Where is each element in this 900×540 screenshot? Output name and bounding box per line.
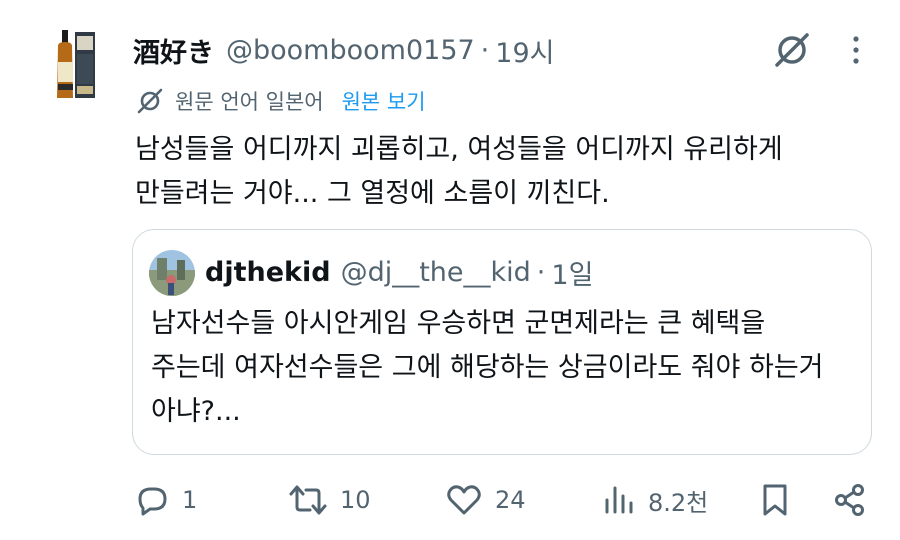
retweet-icon [289,485,327,515]
separator-dot: · [536,256,546,288]
quote-text-line: 남자선수들 아시안게임 우승하면 군면제라는 큰 혜택을 [151,308,766,339]
quote-text-line: 주는데 여자선수들은 그에 해당하는 상금이라도 줘야 하는거 [151,352,824,383]
tweet-header: 酒好き @boomboom0157 · 19시 [133,30,554,70]
bookmark-icon [763,484,787,516]
quote-avatar[interactable] [149,250,195,296]
reply-icon [138,487,167,516]
tweet-text-line: 남성들을 어디까지 괴롭히고, 여성들을 어디까지 유리하게 [135,134,783,165]
quote-text: 남자선수들 아시안게임 우승하면 군면제라는 큰 혜택을 주는데 여자선수들은 … [151,302,861,434]
share-button[interactable] [832,476,868,524]
action-bar: 1 10 24 8.2천 [0,476,900,524]
share-icon [835,484,864,516]
like-count: 24 [495,486,526,514]
views-icon [605,486,633,514]
quote-text-line: 아냐?... [151,396,241,427]
translation-notice: 원문 언어 일본어 원본 보기 [135,84,426,118]
more-button[interactable] [838,30,874,70]
quoted-tweet[interactable]: djthekid @dj__the__kid · 1일 남자선수들 아시안게임 … [132,229,872,455]
tweet-text: 남성들을 어디까지 괴롭히고, 여성들을 어디까지 유리하게 만들려는 거야..… [135,128,855,216]
quote-timestamp: 1일 [551,259,594,291]
quote-display-name: djthekid [205,256,331,288]
translate-icon [137,88,163,114]
retweet-button[interactable]: 10 [288,476,371,524]
avatar[interactable] [36,24,116,104]
reply-count: 1 [182,486,198,514]
views-count: 8.2천 [648,488,709,517]
grok-icon [775,33,809,67]
like-icon [447,485,481,515]
separator-dot: · [480,34,490,66]
user-handle[interactable]: @boomboom0157 [226,35,475,66]
tweet-text-line: 만들려는 거야... 그 열정에 소름이 끼친다. [135,178,610,209]
grok-button[interactable] [770,28,814,72]
translation-label: 원문 언어 일본어 [175,90,324,114]
retweet-count: 10 [340,486,371,514]
like-button[interactable]: 24 [445,476,526,524]
display-name[interactable]: 酒好き [133,31,214,70]
quote-handle: @dj__the__kid [340,256,531,288]
bookmark-button[interactable] [757,476,793,524]
reply-button[interactable]: 1 [134,476,197,524]
more-icon [853,36,859,64]
show-original-link[interactable]: 원본 보기 [342,86,426,116]
quote-header: djthekid @dj__the__kid · 1일 [205,252,593,292]
views-button[interactable]: 8.2천 [602,476,708,524]
timestamp[interactable]: 19시 [495,31,554,70]
